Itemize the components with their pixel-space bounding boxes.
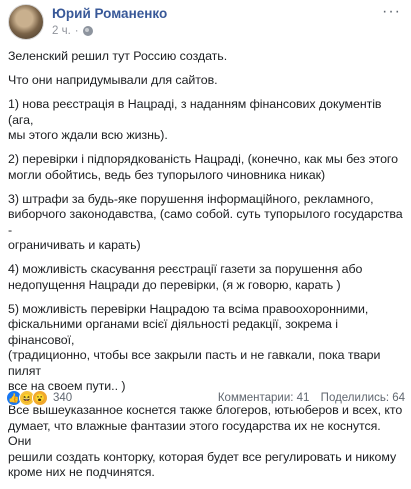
- post-paragraph: Зеленский решил тут Россию создать.: [8, 49, 228, 63]
- post-header: Юрий Романенко 2 ч. ·: [8, 4, 167, 44]
- post-meta: Юрий Романенко 2 ч. ·: [52, 5, 167, 39]
- wow-icon: 😮: [32, 390, 48, 406]
- post-paragraph: 1) нова реєстрація в Нацраді, з наданням…: [8, 97, 382, 142]
- shares-count[interactable]: Поделились: 64: [321, 392, 405, 404]
- post-paragraph: 5) можливість перевірки Нацрадою та всім…: [8, 301, 381, 394]
- post-time[interactable]: 2 ч.: [52, 23, 71, 39]
- post-paragraph: Все вышеуказанное коснется также блогеро…: [8, 403, 403, 479]
- globe-icon: [82, 26, 93, 36]
- post-text: Зеленский решил тут Россию создать. Что …: [8, 49, 404, 489]
- post-footer: 👍 😆 😮 340 Комментарии: 41 Поделились: 64: [6, 387, 405, 409]
- engagement-counts: Комментарии: 41 Поделились: 64: [218, 392, 405, 404]
- post-paragraph: 3) штрафи за будь-яке порушення інформац…: [8, 191, 403, 253]
- more-options-icon[interactable]: ···: [382, 4, 401, 20]
- post-paragraph: 4) можливість скасування реєстрації газе…: [8, 262, 363, 292]
- post-subline: 2 ч. ·: [52, 23, 167, 39]
- facebook-post: Юрий Романенко 2 ч. · ··· Зеленский реши…: [0, 0, 411, 479]
- reactions-count: 340: [53, 392, 73, 404]
- post-paragraph: Что они напридумывали для сайтов.: [8, 73, 218, 87]
- post-paragraph: 2) перевірки і підпорядкованість Нацраді…: [8, 152, 398, 182]
- author-name[interactable]: Юрий Романенко: [52, 5, 167, 23]
- avatar[interactable]: [8, 4, 44, 40]
- separator-dot: ·: [74, 25, 79, 37]
- reactions-summary[interactable]: 👍 😆 😮 340: [6, 390, 72, 406]
- comments-count[interactable]: Комментарии: 41: [218, 392, 310, 404]
